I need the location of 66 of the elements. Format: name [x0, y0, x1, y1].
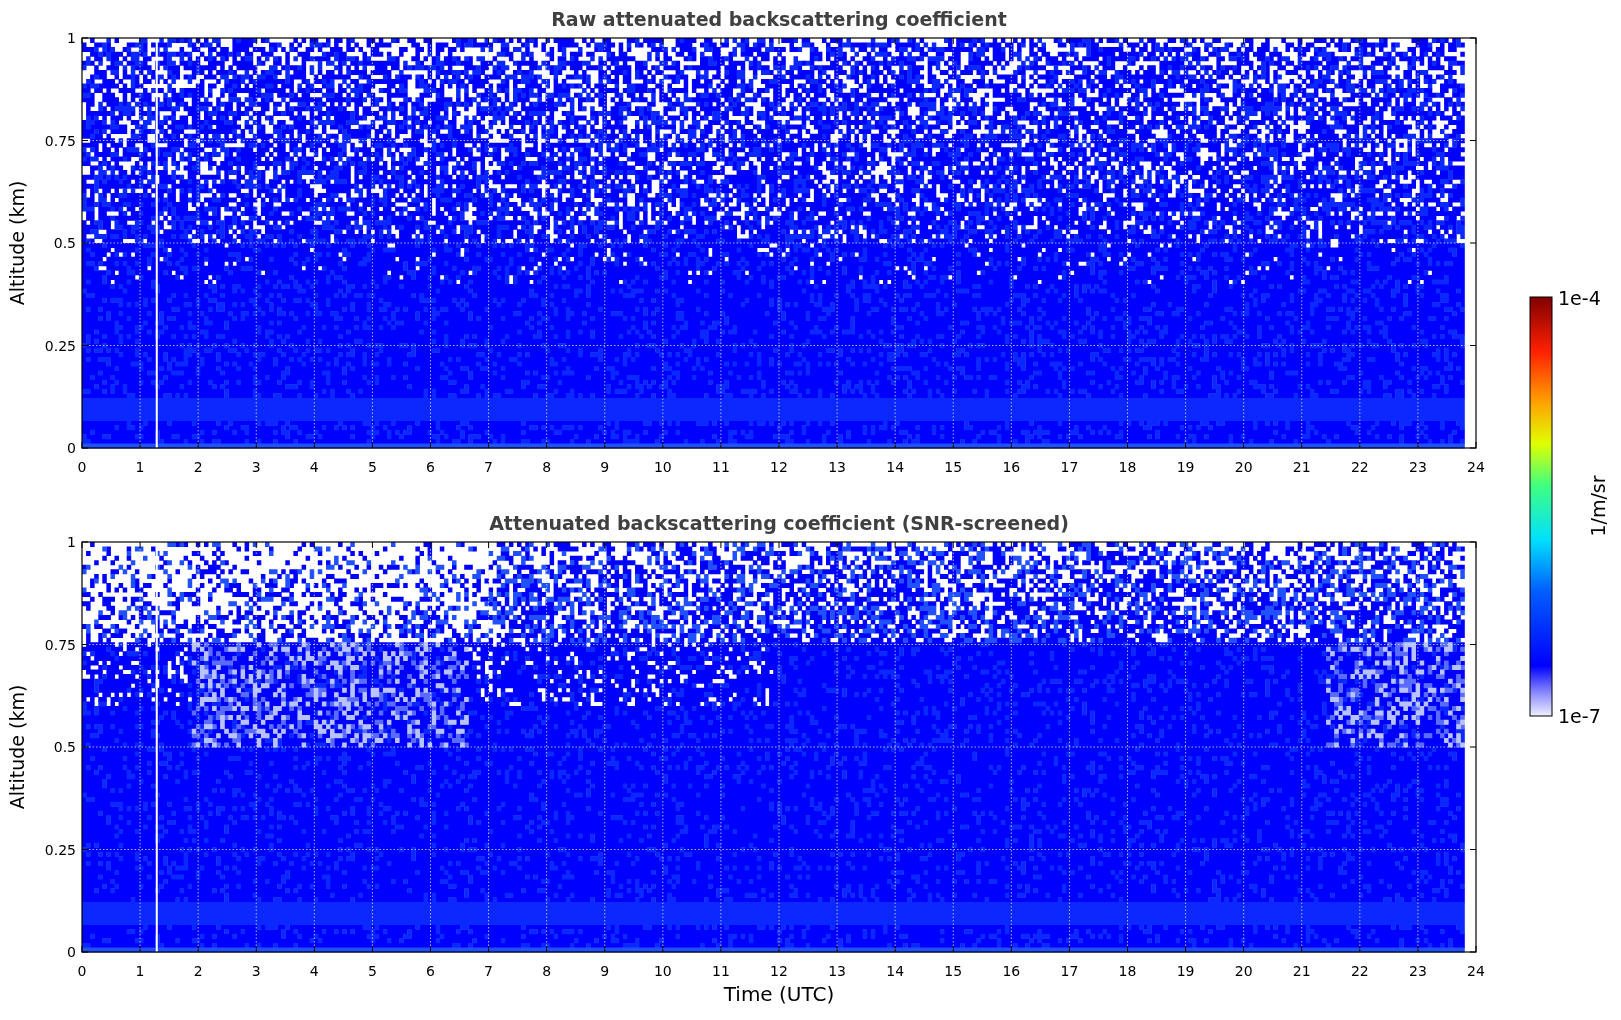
y-tick-label: 0.75	[44, 132, 76, 149]
y-tick-label: 0.25	[44, 337, 76, 354]
x-tick-label: 10	[653, 459, 672, 475]
x-tick-label: 4	[309, 963, 319, 979]
x-tick-label: 16	[1002, 963, 1021, 979]
x-tick-label: 19	[1176, 963, 1195, 979]
x-tick-label: 2	[193, 459, 203, 475]
x-tick-label: 17	[1060, 459, 1079, 475]
x-tick-label: 24	[1467, 459, 1485, 475]
x-tick-label: 22	[1350, 963, 1369, 979]
x-tick-label: 11	[712, 459, 730, 475]
x-tick-label: 3	[251, 459, 261, 475]
x-tick-label: 2	[193, 963, 203, 979]
x-tick-label: 1	[135, 963, 145, 979]
x-tick-label: 19	[1176, 459, 1195, 475]
y-axis-label: Altitude (km)	[6, 180, 28, 306]
x-tick-label: 1	[135, 459, 145, 475]
x-tick-label: 21	[1292, 963, 1311, 979]
colorbar-label: 1/m/sr	[1587, 475, 1609, 537]
x-tick-label: 15	[944, 963, 963, 979]
y-tick-label: 0.75	[44, 636, 76, 653]
y-tick-label: 1	[67, 30, 76, 46]
y-tick-label: 0	[67, 944, 76, 960]
x-tick-label: 0	[77, 459, 87, 475]
x-tick-label: 6	[426, 459, 435, 475]
x-axis-label: Time (UTC)	[722, 982, 836, 1006]
x-tick-label: 18	[1118, 963, 1137, 979]
x-tick-label: 13	[828, 963, 846, 979]
x-tick-label: 21	[1292, 459, 1311, 475]
x-tick-label: 4	[309, 459, 319, 475]
x-tick-label: 5	[367, 963, 377, 979]
colorbar-max-label: 1e-4	[1558, 287, 1601, 309]
x-tick-label: 6	[426, 963, 435, 979]
y-tick-label: 0.25	[44, 841, 76, 858]
x-tick-label: 12	[770, 963, 788, 979]
x-tick-label: 0	[77, 963, 87, 979]
y-tick-label: 1	[67, 534, 76, 550]
x-tick-label: 23	[1409, 459, 1427, 475]
x-tick-label: 12	[770, 459, 788, 475]
x-tick-label: 8	[542, 459, 552, 475]
y-tick-label: 0.5	[53, 235, 76, 251]
x-tick-label: 22	[1350, 459, 1369, 475]
x-tick-label: 14	[886, 459, 905, 475]
x-tick-label: 7	[484, 963, 494, 979]
y-tick-label: 0	[67, 440, 76, 456]
x-tick-label: 8	[542, 963, 552, 979]
y-tick-label: 0.5	[53, 739, 76, 755]
x-tick-label: 24	[1467, 963, 1485, 979]
x-tick-label: 18	[1118, 459, 1137, 475]
x-tick-label: 14	[886, 963, 905, 979]
colorbar-min-label: 1e-7	[1558, 705, 1601, 727]
x-tick-label: 9	[600, 459, 610, 475]
y-axis-label: Altitude (km)	[6, 684, 28, 810]
x-tick-label: 7	[484, 459, 494, 475]
x-tick-label: 10	[653, 963, 672, 979]
x-tick-label: 13	[828, 459, 846, 475]
x-tick-label: 20	[1234, 963, 1253, 979]
x-tick-label: 17	[1060, 963, 1079, 979]
x-tick-label: 3	[251, 963, 261, 979]
x-tick-label: 5	[367, 459, 377, 475]
x-tick-label: 23	[1409, 963, 1427, 979]
x-tick-label: 15	[944, 459, 963, 475]
x-tick-label: 9	[600, 963, 610, 979]
x-tick-label: 16	[1002, 459, 1021, 475]
x-tick-label: 20	[1234, 459, 1253, 475]
x-tick-label: 11	[712, 963, 730, 979]
